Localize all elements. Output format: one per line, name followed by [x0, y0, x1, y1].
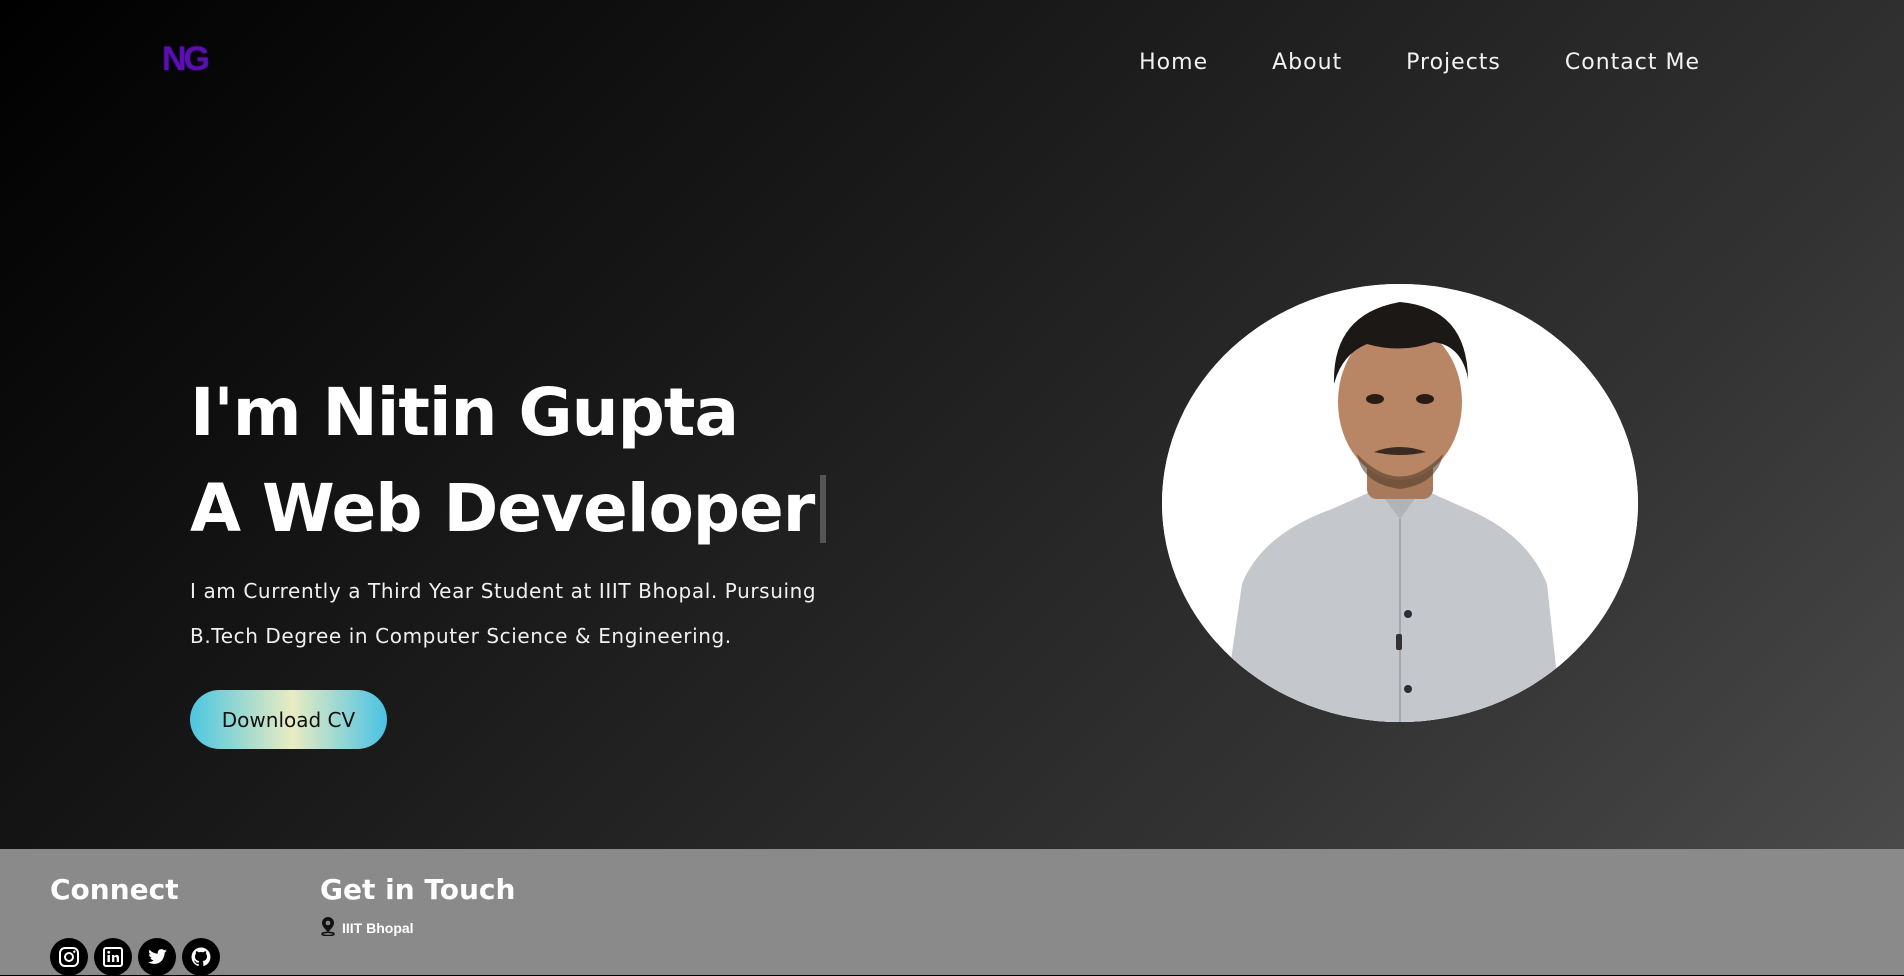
- typing-caret: [820, 475, 827, 543]
- footer: Connect Get in Touch IIIT Bhopal: [0, 849, 1904, 976]
- nav-about[interactable]: About: [1272, 50, 1342, 75]
- location-pin-icon: [320, 916, 336, 940]
- nav-projects[interactable]: Projects: [1406, 50, 1501, 75]
- intro-block: I'm Nitin Gupta A Web Developer I am Cur…: [190, 365, 870, 659]
- github-icon[interactable]: [182, 938, 220, 976]
- social-links: [50, 938, 220, 976]
- location-text: IIIT Bhopal: [342, 920, 414, 936]
- twitter-icon[interactable]: [138, 938, 176, 976]
- location-row: IIIT Bhopal: [320, 916, 515, 940]
- profile-photo-illustration: [1162, 284, 1638, 722]
- footer-contact: Get in Touch IIIT Bhopal: [320, 873, 515, 940]
- instagram-icon[interactable]: [50, 938, 88, 976]
- linkedin-icon[interactable]: [94, 938, 132, 976]
- hero-bio: I am Currently a Third Year Student at I…: [190, 569, 870, 659]
- download-cv-button[interactable]: Download CV: [190, 690, 387, 749]
- profile-photo: [1162, 284, 1638, 722]
- hero-greeting: I'm Nitin Gupta: [190, 374, 739, 451]
- bio-line-1: I am Currently a Third Year Student at I…: [190, 579, 817, 603]
- hero-section: NG Home About Projects Contact Me I'm Ni…: [0, 0, 1904, 849]
- connect-title: Connect: [50, 873, 179, 906]
- nav-home[interactable]: Home: [1139, 50, 1208, 75]
- footer-connect: Connect: [50, 873, 220, 976]
- contact-title: Get in Touch: [320, 873, 516, 906]
- nav-contact[interactable]: Contact Me: [1565, 50, 1700, 75]
- bio-line-2: B.Tech Degree in Computer Science & Engi…: [190, 624, 732, 648]
- hero-role: A Web Developer: [190, 470, 815, 547]
- main-nav: Home About Projects Contact Me: [1139, 50, 1700, 75]
- hero-role-line: A Web Developer: [190, 461, 870, 557]
- site-logo[interactable]: NG: [162, 40, 210, 79]
